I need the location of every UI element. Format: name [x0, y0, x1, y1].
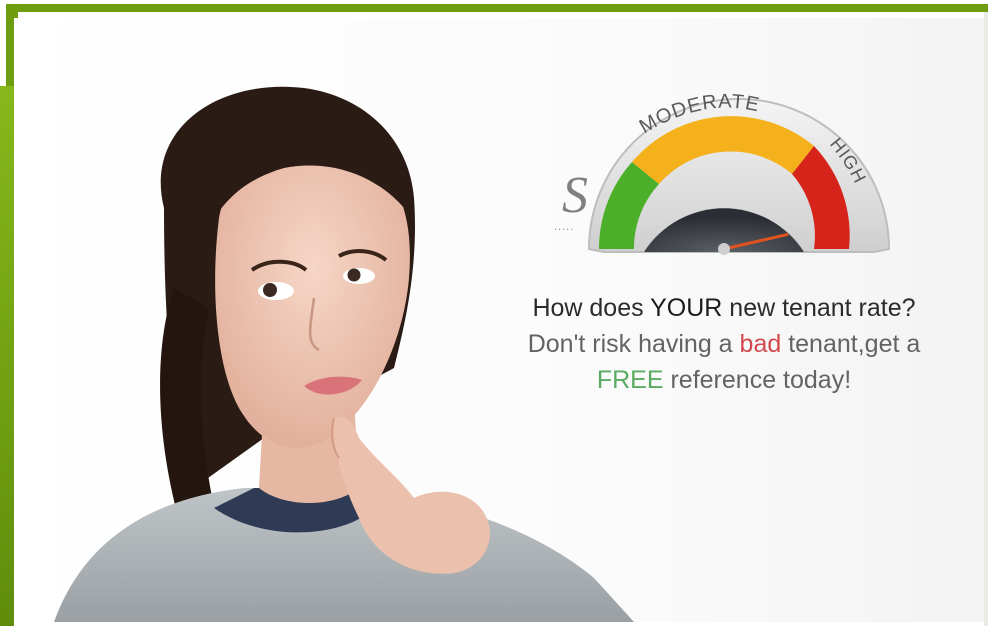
caption-line-2: Don't risk having a bad tenant,get a — [454, 326, 984, 362]
promo-caption: How does YOUR new tenant rate? Don't ris… — [454, 290, 984, 398]
free-highlight: FREE — [596, 366, 664, 394]
left-border-strip — [0, 86, 14, 626]
caption-text: How does — [532, 294, 651, 322]
your-emphasis: YOUR — [650, 294, 723, 322]
caption-text: tenant,get a — [781, 330, 921, 358]
bad-highlight: bad — [739, 330, 782, 358]
caption-text: Don't risk having a — [527, 330, 740, 358]
tenant-rating-gauge: MODERATE HIGH — [587, 91, 891, 255]
caption-text: new tenant rate? — [722, 294, 916, 322]
top-border — [6, 4, 988, 12]
banner: MODERATE HIGH S ..... How does YOUR new … — [14, 18, 984, 622]
caption-line-1: How does YOUR new tenant rate? — [454, 290, 984, 326]
watermark-letter: S — [562, 167, 588, 224]
watermark-dots: ..... — [554, 221, 575, 233]
caption-line-3: FREE reference today! — [454, 362, 984, 398]
right-edge — [984, 12, 988, 626]
caption-text: reference today! — [663, 366, 852, 394]
